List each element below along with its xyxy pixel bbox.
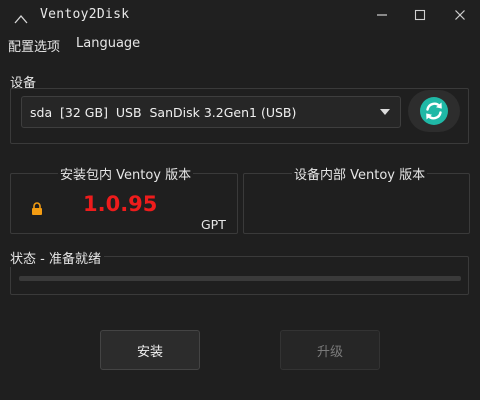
refresh-device-button[interactable] — [408, 90, 460, 132]
device-version-title: 设备内部 Ventoy 版本 — [292, 164, 428, 183]
device-select[interactable]: sda [32 GB] USB SanDisk 3.2Gen1 (USB) — [21, 96, 401, 128]
close-icon — [455, 10, 465, 20]
ventoy2disk-window: Ventoy2Disk 配置选项 Language 设备 sda [32 GB]… — [0, 0, 480, 400]
minimize-button[interactable] — [372, 6, 392, 24]
title-bar: Ventoy2Disk — [0, 0, 480, 30]
menu-item-options[interactable]: 配置选项 — [8, 36, 60, 55]
maximize-icon — [414, 9, 426, 21]
package-version-title: 安装包内 Ventoy 版本 — [58, 164, 194, 183]
lock-icon — [31, 200, 43, 215]
chevron-down-icon — [380, 109, 390, 115]
progress-bar — [19, 276, 461, 281]
refresh-icon — [420, 97, 448, 125]
package-version-number: 1.0.95 — [83, 192, 158, 216]
window-title: Ventoy2Disk — [40, 7, 130, 22]
minimize-icon — [377, 14, 387, 16]
menu-bar: 配置选项 Language — [0, 34, 480, 56]
device-select-value: sda [32 GB] USB SanDisk 3.2Gen1 (USB) — [30, 105, 297, 120]
close-button[interactable] — [450, 6, 470, 24]
update-button[interactable]: 升级 — [280, 330, 380, 370]
menu-item-language[interactable]: Language — [76, 36, 140, 51]
maximize-button[interactable] — [410, 6, 430, 24]
status-label: 状态 - 准备就绪 — [10, 248, 104, 267]
install-button[interactable]: 安装 — [100, 330, 200, 370]
partition-style-label: GPT — [201, 217, 226, 232]
window-menu-caret-icon[interactable] — [14, 9, 28, 24]
